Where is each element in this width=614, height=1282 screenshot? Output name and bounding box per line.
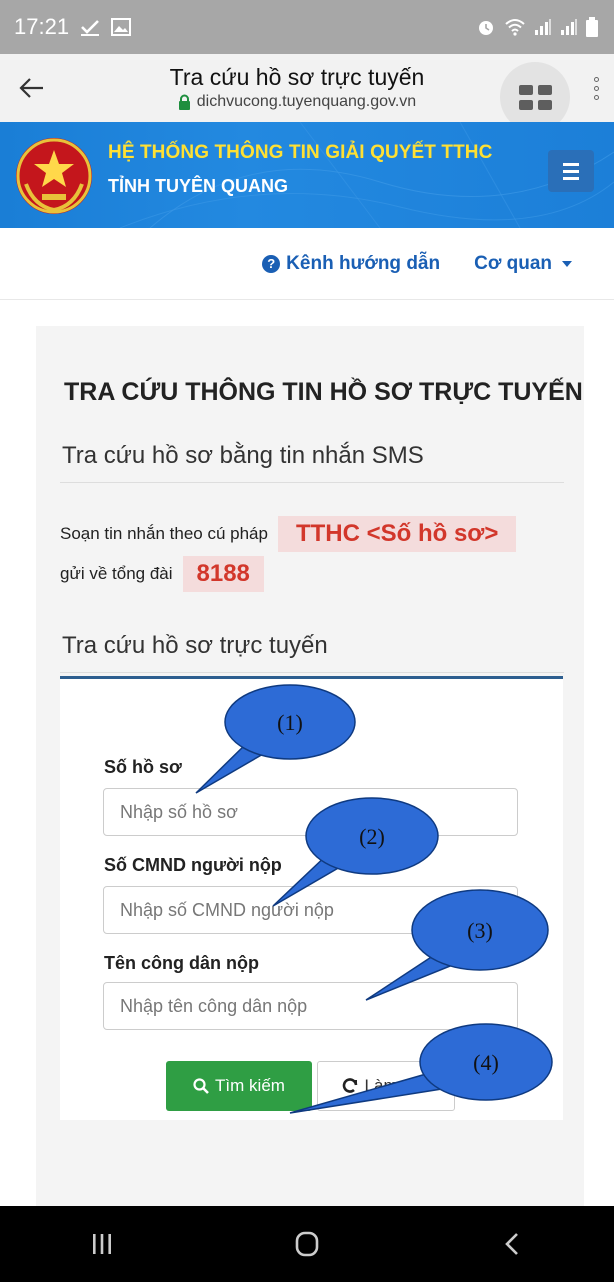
search-button-label: Tìm kiếm [215,1076,285,1095]
record-number-label: Số hồ sơ [104,757,182,777]
sms-send-to-text: gửi về tổng đài [60,564,173,583]
back-nav-button[interactable] [472,1214,552,1274]
reset-button-label: Làm mới [364,1076,432,1095]
more-vert-icon[interactable] [578,76,614,100]
agency-dropdown-label: Cơ quan [474,252,552,274]
question-circle-icon: ? [262,254,281,273]
battery-icon [586,17,598,37]
sms-number-badge: 8188 [182,556,264,592]
back-button[interactable] [0,54,64,122]
signal-icon [535,19,551,35]
record-number-input[interactable] [103,788,518,836]
home-button[interactable] [267,1214,347,1274]
home-icon [295,1231,319,1257]
national-emblem-logo [16,138,92,214]
page-title: TRA CỨU THÔNG TIN HỒ SƠ TRỰC TUYẾN [64,378,583,406]
signal-icon [561,19,577,35]
tabs-icon [518,84,552,110]
sms-syntax-badge: TTHC <Số hồ sơ> [277,516,517,552]
caret-down-icon [562,260,572,267]
search-button[interactable]: Tìm kiếm [166,1061,312,1111]
hamburger-menu-icon[interactable] [548,150,594,192]
site-header: HỆ THỐNG THÔNG TIN GIẢI QUYẾT TTHC TỈNH … [0,122,614,228]
agency-dropdown[interactable]: Cơ quan [474,253,572,275]
status-bar: 17:21 [0,0,614,54]
citizen-name-input[interactable] [103,982,518,1030]
recent-apps-icon [93,1234,112,1254]
wifi-icon [505,19,525,36]
lookup-form: Số hồ sơ Số CMND người nộp Tên công dân … [60,676,563,1120]
sms-instruction-text: Soạn tin nhắn theo cú pháp [60,524,268,543]
alarm-icon [479,21,493,35]
lock-icon [178,94,190,110]
header-system-title: HỆ THỐNG THÔNG TIN GIẢI QUYẾT TTHC [108,142,493,163]
download-done-icon [81,20,100,36]
id-number-label: Số CMND người nộp [104,855,282,875]
id-number-input[interactable] [103,886,518,934]
citizen-name-label: Tên công dân nộp [104,953,259,973]
search-icon [193,1078,209,1094]
online-section-heading: Tra cứu hồ sơ trực tuyến [62,632,328,659]
sms-section-heading: Tra cứu hồ sơ bằng tin nhắn SMS [62,442,424,469]
refresh-icon [342,1078,357,1093]
phone-screen: 17:21 Tra cứu hồ sơ trực tuyến dichvucon… [0,0,614,1282]
guide-link[interactable]: ? Kênh hướng dẫn [262,253,440,275]
address-bar[interactable]: Tra cứu hồ sơ trực tuyến dichvucong.tuye… [64,63,500,113]
browser-url: dichvucong.tuyenquang.gov.vn [196,93,417,110]
back-arrow-icon [19,78,43,98]
divider [60,482,564,483]
top-nav: ? Kênh hướng dẫn Cơ quan [0,228,614,300]
android-nav-bar [0,1206,614,1282]
header-province: TỈNH TUYÊN QUANG [108,176,288,196]
lookup-panel: TRA CỨU THÔNG TIN HỒ SƠ TRỰC TUYẾN Tra c… [36,326,584,1206]
status-time: 17:21 [14,14,70,39]
browser-page-title: Tra cứu hồ sơ trực tuyến [169,64,425,90]
chevron-left-icon [504,1233,518,1255]
reset-button[interactable]: Làm mới [317,1061,455,1111]
image-icon [111,18,132,36]
divider [60,672,564,673]
guide-link-label: Kênh hướng dẫn [286,252,441,274]
browser-toolbar: Tra cứu hồ sơ trực tuyến dichvucong.tuye… [0,54,614,132]
recent-apps-button[interactable] [62,1214,142,1274]
